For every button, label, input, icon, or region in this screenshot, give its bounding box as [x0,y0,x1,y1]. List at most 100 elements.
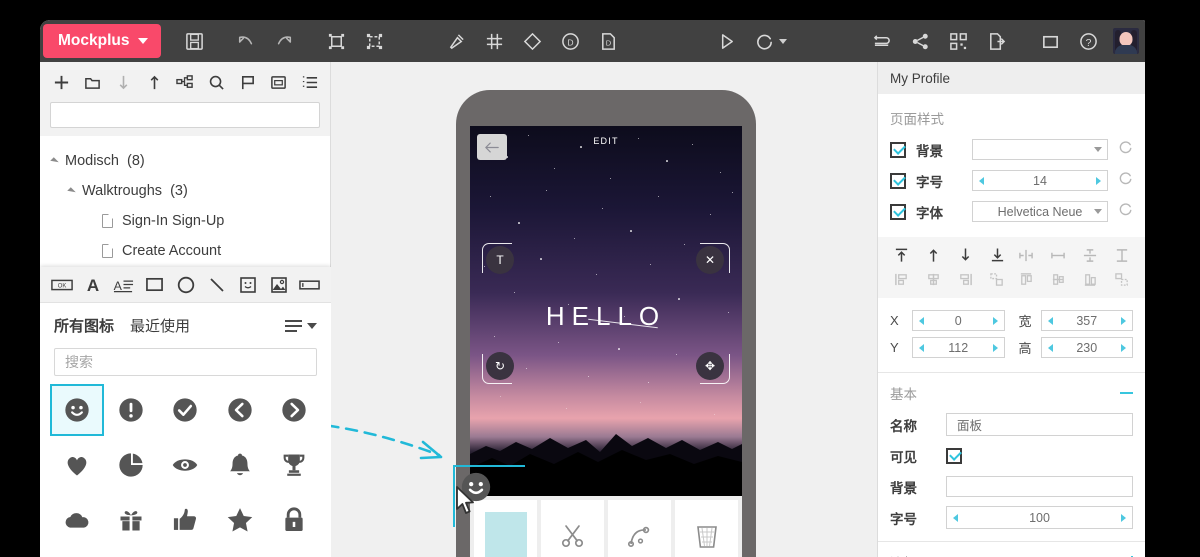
curve-cell[interactable] [608,500,671,557]
avatar[interactable] [1113,28,1139,54]
save-icon[interactable] [175,20,213,62]
distribute-icon[interactable] [984,269,1010,289]
icon-cell-chevron-right-circle[interactable] [267,384,321,436]
group-icon[interactable] [317,20,355,62]
hello-text[interactable]: HELLO [470,301,742,332]
stepper-increment-icon[interactable] [1121,316,1126,325]
icon-cell-eye[interactable] [158,439,212,491]
tree-item-folder[interactable]: Walktroughs (3) [40,176,330,206]
text-icon[interactable]: A [80,270,106,300]
basic-font-size-stepper[interactable]: 100 [946,506,1133,529]
icon-cell-heart[interactable] [50,439,104,491]
icon-cell-check-circle[interactable] [158,384,212,436]
font-size-checkbox[interactable] [890,172,906,189]
line-icon[interactable] [204,270,230,300]
distribute-horizontal-icon[interactable] [1045,245,1071,265]
chevron-down-icon[interactable] [779,38,788,44]
help-icon[interactable]: ? [1069,20,1107,62]
align-v-middle-icon[interactable] [1045,269,1071,289]
library-menu-button[interactable] [285,319,317,332]
icon-cell-lock[interactable] [267,494,321,546]
grid-icon[interactable] [475,20,513,62]
close-handle[interactable]: ✕ [696,246,724,274]
new-folder-icon[interactable] [77,67,107,97]
rectangle-icon[interactable] [142,270,168,300]
y-input[interactable]: 112 [912,337,1005,358]
list-icon[interactable] [294,67,324,97]
icon-tool-icon[interactable] [235,270,261,300]
icon-cell-gift[interactable] [104,494,158,546]
font-family-checkbox[interactable] [890,203,906,220]
stepper-decrement-icon[interactable] [1047,316,1053,325]
component-icon[interactable]: D [551,20,589,62]
visible-checkbox[interactable] [946,447,962,464]
tree-item-page[interactable]: Sign-In Sign-Up [40,206,330,236]
align-v-center-icon[interactable] [1109,245,1135,265]
align-v-top-icon[interactable] [1013,269,1039,289]
button-icon[interactable]: OK [49,270,75,300]
tree-item-folder[interactable]: Modisch (8) [40,146,330,176]
design-canvas[interactable]: EDIT HELLO T ✕ ↻ ✥ [331,62,877,557]
icon-search-input[interactable]: 搜索 [54,348,317,376]
add-page-icon[interactable] [46,67,76,97]
tree-item-page[interactable]: Create Account [40,236,330,266]
rotate-handle[interactable]: ↻ [486,352,514,380]
background-color-field[interactable] [972,139,1108,160]
archive-icon[interactable] [263,67,293,97]
icon-cell-star[interactable] [213,494,267,546]
name-input[interactable]: 面板 [946,413,1133,436]
flow-icon[interactable] [863,20,901,62]
center-horizontal-icon[interactable] [1077,245,1103,265]
center-vertical-icon[interactable] [1013,245,1039,265]
stepper-increment-icon[interactable] [1121,513,1126,522]
icon-cell-thumbs-up[interactable] [158,494,212,546]
preview-icon[interactable] [707,20,745,62]
stepper-increment-icon[interactable] [1096,176,1101,185]
stepper-decrement-icon[interactable] [953,513,958,522]
move-handle[interactable]: ✥ [696,352,724,380]
qrcode-icon[interactable] [939,20,977,62]
icon-cell-smiley[interactable] [50,384,105,436]
font-family-select[interactable]: Helvetica Neue [972,201,1108,222]
icon-cell-pie-chart[interactable] [104,439,158,491]
icon-cell-cloud[interactable] [50,494,104,546]
height-input[interactable]: 230 [1040,337,1133,358]
reset-background-icon[interactable] [1118,140,1133,160]
stepper-decrement-icon[interactable] [979,176,984,185]
document-icon[interactable]: D [589,20,627,62]
input-field-icon[interactable] [297,270,323,300]
refresh-icon[interactable] [745,20,783,62]
share-icon[interactable] [901,20,939,62]
tab-recently-used[interactable]: 最近使用 [130,315,190,336]
undo-icon[interactable] [227,20,265,62]
phone-screen[interactable]: EDIT HELLO T ✕ ↻ ✥ [470,126,742,496]
fullscreen-icon[interactable] [1031,20,1069,62]
reset-font-family-icon[interactable] [1118,202,1133,222]
font-size-stepper[interactable]: 14 [972,170,1108,191]
scissors-cell[interactable] [541,500,604,557]
brand-menu-button[interactable]: Mockplus [43,24,162,58]
align-top-icon[interactable] [888,245,914,265]
link-icon[interactable] [437,20,475,62]
icon-cell-chevron-left-circle[interactable] [213,384,267,436]
align-v-bottom-icon[interactable] [1077,269,1103,289]
icon-cell-trophy[interactable] [267,439,321,491]
align-bottom-icon[interactable] [984,245,1010,265]
stepper-increment-icon[interactable] [992,316,998,325]
redo-icon[interactable] [265,20,303,62]
paragraph-icon[interactable]: A [111,270,137,300]
x-input[interactable]: 0 [912,310,1005,331]
reset-font-size-icon[interactable] [1118,171,1133,191]
search-icon[interactable] [201,67,231,97]
stepper-increment-icon[interactable] [992,343,998,352]
align-center-icon[interactable] [920,269,946,289]
text-handle[interactable]: T [486,246,514,274]
align-right-icon[interactable] [952,269,978,289]
stepper-decrement-icon[interactable] [919,343,924,352]
tab-all-icons[interactable]: 所有图标 [54,315,114,336]
tree-search-input[interactable] [50,102,320,128]
circle-icon[interactable] [173,270,199,300]
background-checkbox[interactable] [890,141,906,158]
stepper-decrement-icon[interactable] [1047,343,1053,352]
move-down-icon[interactable] [952,245,978,265]
